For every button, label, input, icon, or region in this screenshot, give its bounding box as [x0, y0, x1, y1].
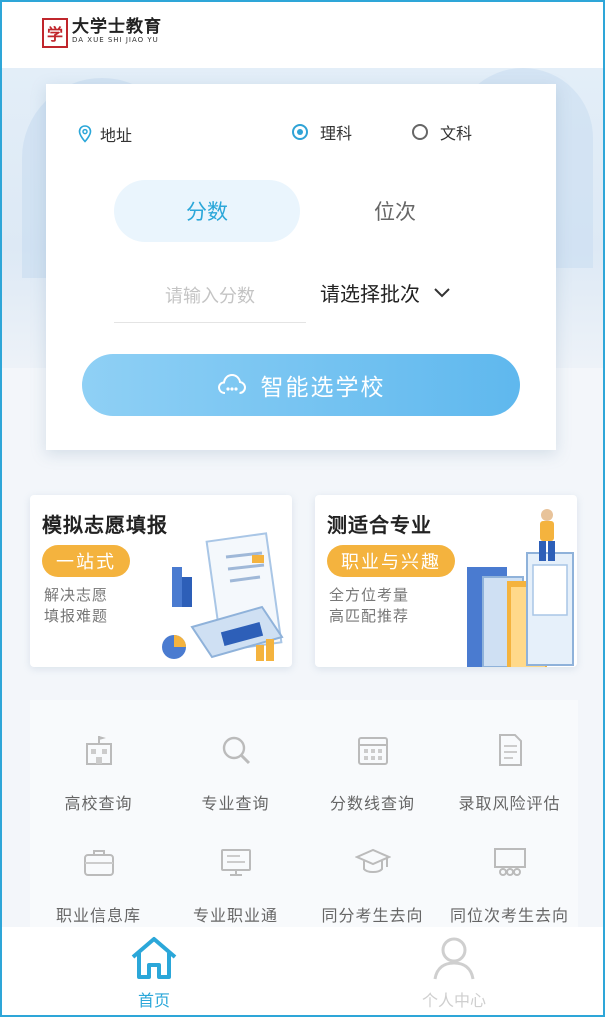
brand-name-en: DA XUE SHI JIAO YU	[72, 36, 159, 44]
feature-description: 解决志愿 填报难题	[44, 585, 108, 627]
feature-desc-line: 高匹配推荐	[329, 607, 410, 625]
feature-badge: 职业与兴趣	[327, 545, 455, 577]
grid-item-same-score[interactable]: 同分考生去向	[304, 844, 441, 926]
radio-arts-label: 文科	[440, 124, 473, 143]
feature-title: 模拟志愿填报	[42, 513, 168, 537]
grid-item-label: 分数线查询	[329, 794, 415, 813]
grid-item-school-query[interactable]: 高校查询	[30, 732, 167, 814]
batch-select[interactable]: 请选择批次	[320, 278, 450, 307]
bottom-navigation: 首页 个人中心	[2, 927, 603, 1015]
radio-arts[interactable]: 文科	[412, 120, 472, 144]
form-laptop-illustration-icon	[162, 532, 284, 661]
smart-select-school-button[interactable]: 智能选学校	[82, 354, 520, 416]
feature-title: 测适合专业	[327, 513, 432, 537]
feature-card-major-test[interactable]: 测适合专业 职业与兴趣 全方位考量 高匹配推荐	[315, 495, 577, 667]
feature-badge: 一站式	[42, 545, 130, 577]
grid-item-label: 录取风险评估	[458, 794, 561, 813]
logo-seal-icon: 学	[42, 18, 68, 48]
school-search-card: 地址 理科 文科 分数 位次 请选择批次 智能选学校	[46, 84, 556, 450]
document-report-icon	[498, 734, 522, 766]
batch-select-label: 请选择批次	[320, 282, 420, 306]
feature-desc-line: 填报难题	[44, 607, 109, 625]
grid-item-label: 专业查询	[201, 794, 270, 813]
home-icon	[131, 937, 177, 979]
books-student-illustration-icon	[467, 509, 574, 667]
calendar-grid-icon	[357, 737, 388, 765]
address-label: 地址	[100, 126, 133, 145]
graduation-cap-icon	[354, 848, 391, 873]
grid-item-major-query[interactable]: 专业查询	[167, 732, 304, 814]
monitor-icon	[220, 849, 251, 876]
radio-unchecked-icon	[412, 124, 428, 140]
grid-item-label: 专业职业通	[192, 906, 278, 925]
nav-item-profile[interactable]: 个人中心	[394, 935, 514, 1011]
grid-item-career-library[interactable]: 职业信息库	[30, 844, 167, 926]
app-frame: 学 大学士教育 DA XUE SHI JIAO YU 地址 理科 文科 分数 位…	[0, 0, 605, 1017]
nav-label-home: 首页	[137, 991, 170, 1010]
grid-item-admission-risk[interactable]: 录取风险评估	[441, 732, 578, 814]
address-selector[interactable]: 地址	[78, 122, 132, 146]
briefcase-icon	[83, 850, 114, 876]
feature-desc-line: 全方位考量	[329, 586, 410, 604]
radio-science-label: 理科	[320, 124, 353, 143]
group-board-icon	[493, 848, 526, 876]
grid-item-label: 高校查询	[64, 794, 133, 813]
tab-score[interactable]: 分数	[114, 180, 300, 242]
radio-checked-icon	[292, 124, 308, 140]
school-building-icon	[85, 736, 112, 765]
grid-item-score-line[interactable]: 分数线查询	[304, 732, 441, 814]
user-icon	[433, 937, 475, 980]
top-bar: 学 大学士教育 DA XUE SHI JIAO YU	[2, 2, 603, 68]
smart-select-school-label: 智能选学校	[260, 375, 386, 401]
grid-item-label: 同分考生去向	[321, 906, 424, 925]
chevron-down-icon	[434, 287, 450, 297]
feature-description: 全方位考量 高匹配推荐	[329, 585, 409, 627]
radio-science[interactable]: 理科	[292, 120, 352, 144]
feature-desc-line: 解决志愿	[44, 586, 109, 604]
quick-links-panel: 高校查询 专业查询 分数线查询 录取风险评估 职业信息库 专业职业通 同分考生去…	[30, 700, 578, 930]
tab-rank[interactable]: 位次	[302, 180, 488, 242]
location-pin-icon	[78, 125, 92, 143]
grid-item-major-career[interactable]: 专业职业通	[167, 844, 304, 926]
nav-item-home[interactable]: 首页	[94, 935, 214, 1011]
grid-item-label: 职业信息库	[55, 906, 141, 925]
brand-name: 大学士教育	[72, 17, 162, 37]
magnifier-icon	[222, 736, 250, 765]
grid-item-label: 同位次考生去向	[449, 906, 569, 925]
cloud-signal-icon	[217, 373, 246, 394]
score-input[interactable]	[114, 270, 306, 323]
brand-logo: 学 大学士教育 DA XUE SHI JIAO YU	[42, 18, 162, 48]
nav-label-profile: 个人中心	[421, 991, 486, 1010]
feature-card-mock-application[interactable]: 模拟志愿填报 一站式 解决志愿 填报难题	[30, 495, 292, 667]
grid-item-same-rank[interactable]: 同位次考生去向	[441, 844, 578, 926]
